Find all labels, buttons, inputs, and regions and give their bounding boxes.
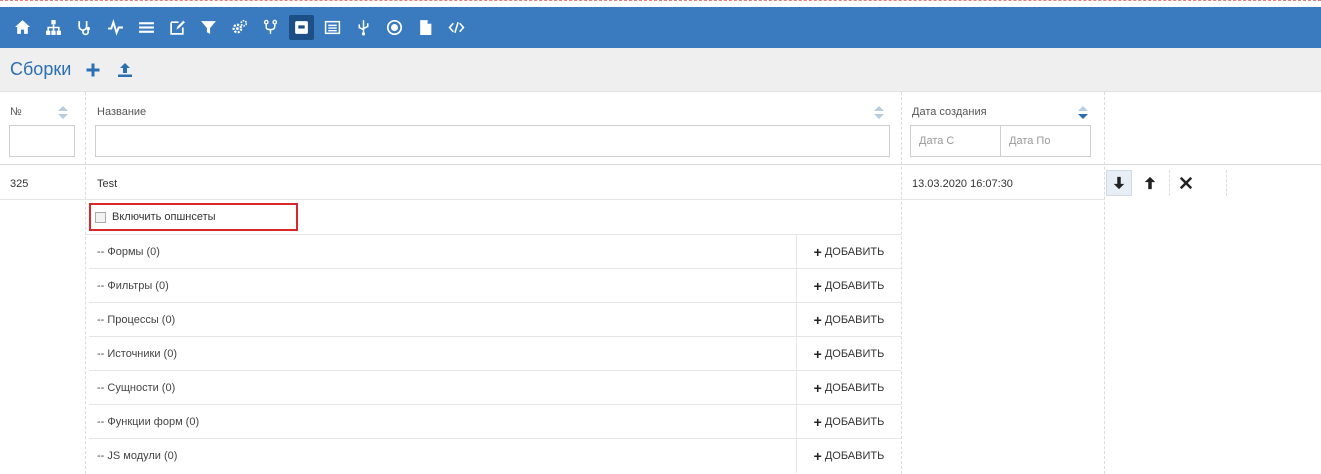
sitemap-icon[interactable] [41,15,66,40]
action-separator [1226,170,1227,196]
subitem-label: -- Процессы (0) [97,314,176,326]
row-divider [0,199,1104,200]
subitem-label: -- Сущности (0) [97,382,176,394]
subitem-label: -- JS модули (0) [97,450,178,462]
branch-icon[interactable] [258,15,283,40]
col-separator [1104,92,1105,474]
num-filter-input[interactable] [9,125,75,157]
sort-desc-icon[interactable] [1078,106,1088,120]
add-button[interactable]: + ДОБАВИТЬ [796,439,901,473]
delete-button[interactable] [1173,170,1199,196]
upload-icon[interactable] [115,60,135,80]
col-separator [85,92,86,474]
row-name: Test [97,178,118,190]
plus-icon: + [813,414,822,430]
add-button[interactable]: + ДОБАВИТЬ [796,371,901,405]
add-button[interactable]: + ДОБАВИТЬ [796,303,901,337]
enable-optionsets-checkbox[interactable] [95,211,106,223]
enable-optionsets-label: Включить опшнсеты [112,211,216,223]
col-separator [901,92,902,474]
home-icon[interactable] [10,15,35,40]
subitem-row-forms: -- Формы (0) + ДОБАВИТЬ [89,235,901,269]
subitem-row-processes: -- Процессы (0) + ДОБАВИТЬ [89,303,901,337]
filter-icon[interactable] [196,15,221,40]
plus-icon: + [813,278,822,294]
column-header-created[interactable]: Дата создания [912,106,987,118]
column-header-name[interactable]: Название [97,106,146,118]
header-divider [0,164,1321,165]
add-button[interactable]: + ДОБАВИТЬ [796,235,901,269]
subitem-label: -- Фильтры (0) [97,280,169,292]
move-down-button[interactable] [1106,170,1132,196]
column-header-num[interactable]: № [10,106,22,118]
plus-icon: + [813,244,822,260]
close-icon [1179,176,1193,190]
cogs-icon[interactable] [227,15,252,40]
package-icon[interactable] [289,15,314,40]
arrow-up-icon [1144,176,1156,190]
row-created: 13.03.2020 16:07:30 [912,178,1013,190]
action-separator [1169,170,1170,196]
code-icon[interactable] [444,15,469,40]
subitem-row-filters: -- Фильтры (0) + ДОБАВИТЬ [89,269,901,303]
file-icon[interactable] [413,15,438,40]
assemblies-table: № Название Дата создания 325 Test 13.03.… [0,92,1321,474]
add-button[interactable]: + ДОБАВИТЬ [796,269,901,303]
plus-icon: + [813,448,822,464]
subitem-row-entities: -- Сущности (0) + ДОБАВИТЬ [89,371,901,405]
top-border [0,0,1321,7]
plus-icon: + [813,380,822,396]
edit-icon[interactable] [165,15,190,40]
record-icon[interactable] [382,15,407,40]
sort-icon[interactable] [58,106,68,120]
plus-icon: + [813,312,822,328]
subitem-row-js-modules: -- JS модули (0) + ДОБАВИТЬ [89,439,901,473]
page-title: Сборки [10,59,72,79]
add-button[interactable]: + ДОБАВИТЬ [796,337,901,371]
subitem-label: -- Формы (0) [97,246,160,258]
stethoscope-icon[interactable] [72,15,97,40]
plus-icon: + [813,346,822,362]
subitem-row-form-functions: -- Функции форм (0) + ДОБАВИТЬ [89,405,901,439]
list-icon[interactable] [134,15,159,40]
usb-icon[interactable] [351,15,376,40]
enable-optionsets-checkbox-row[interactable]: Включить опшнсеты [89,203,298,231]
sort-icon[interactable] [874,106,884,120]
arrow-down-icon [1113,176,1125,190]
date-from-input[interactable] [910,125,1001,157]
subitem-label: -- Функции форм (0) [97,416,200,428]
subitem-label: -- Источники (0) [97,348,177,360]
plus-icon[interactable] [83,60,103,80]
main-toolbar [0,7,1321,48]
move-up-button[interactable] [1137,170,1163,196]
subitem-row-sources: -- Источники (0) + ДОБАВИТЬ [89,337,901,371]
pulse-icon[interactable] [103,15,128,40]
add-button[interactable]: + ДОБАВИТЬ [796,405,901,439]
row-num: 325 [10,178,29,190]
table-icon[interactable] [320,15,345,40]
page-header: Сборки [0,48,1321,92]
date-to-input[interactable] [1000,125,1091,157]
name-filter-input[interactable] [95,125,890,157]
